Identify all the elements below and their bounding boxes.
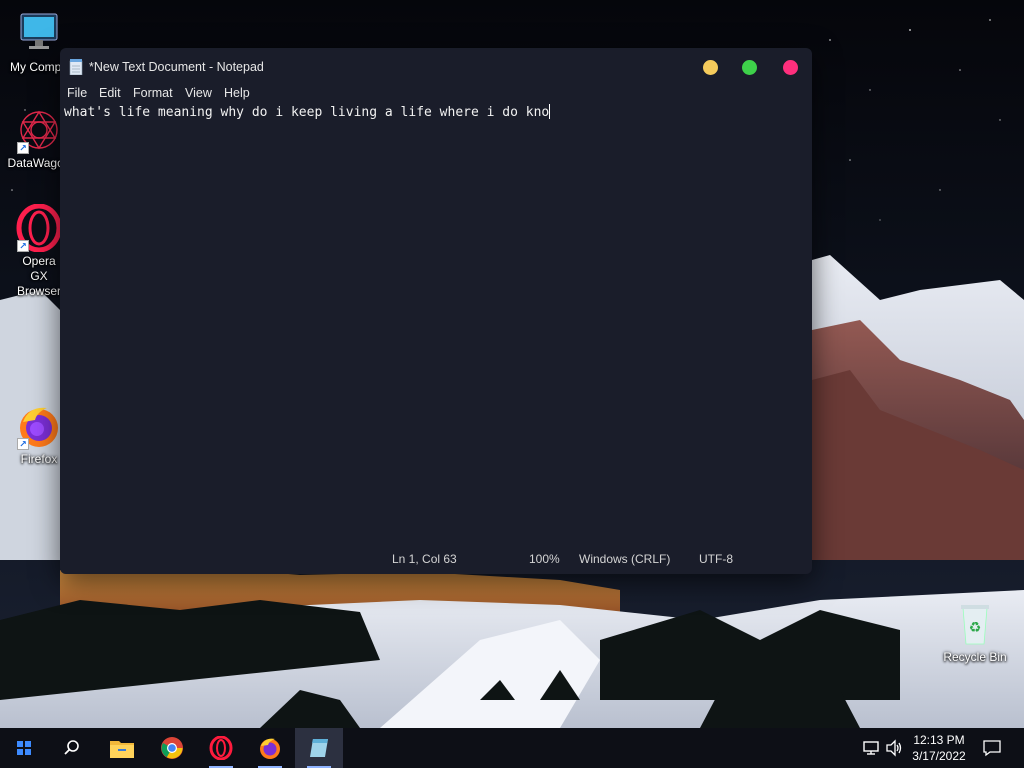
- status-cursor-position: Ln 1, Col 63: [392, 552, 457, 566]
- taskbar-file-explorer[interactable]: [98, 728, 146, 768]
- editor-text: what's life meaning why do i keep living…: [64, 105, 550, 120]
- opera-icon: [209, 736, 233, 760]
- notepad-icon: [310, 739, 328, 757]
- taskbar-notepad[interactable]: [295, 728, 343, 768]
- status-zoom: 100%: [529, 552, 560, 566]
- menu-bar: File Edit Format View Help: [60, 84, 812, 104]
- text-editor-area[interactable]: what's life meaning why do i keep living…: [64, 104, 808, 544]
- minimize-button[interactable]: [703, 60, 718, 75]
- taskbar-firefox[interactable]: [246, 728, 294, 768]
- maximize-button[interactable]: [742, 60, 757, 75]
- menu-file[interactable]: File: [67, 86, 87, 100]
- close-button[interactable]: [783, 60, 798, 75]
- monitor-icon: [15, 10, 63, 58]
- menu-help[interactable]: Help: [224, 86, 250, 100]
- clock-date: 3/17/2022: [912, 749, 966, 763]
- start-button[interactable]: [0, 728, 48, 768]
- status-bar: Ln 1, Col 63 100% Windows (CRLF) UTF-8: [60, 544, 812, 574]
- file-explorer-icon: [110, 741, 134, 758]
- network-icon[interactable]: [862, 738, 882, 758]
- search-icon: [64, 740, 79, 755]
- taskbar-opera[interactable]: [197, 728, 245, 768]
- volume-icon[interactable]: [884, 738, 904, 758]
- shortcut-arrow-icon: ↗: [17, 438, 29, 450]
- recycle-bin-icon: ♻: [951, 600, 999, 648]
- firefox-icon: [260, 738, 280, 759]
- desktop-icon-recycle-bin[interactable]: ♻ Recycle Bin: [936, 600, 1014, 665]
- status-encoding: UTF-8: [699, 552, 733, 566]
- taskbar: 12:13 PM 3/17/2022: [0, 728, 1024, 768]
- chrome-icon: [161, 737, 183, 759]
- menu-edit[interactable]: Edit: [99, 86, 121, 100]
- notepad-titlebar[interactable]: *New Text Document - Notepad: [60, 48, 812, 84]
- menu-format[interactable]: Format: [133, 86, 173, 100]
- status-line-ending: Windows (CRLF): [579, 552, 671, 566]
- clock-time: 12:13 PM: [913, 733, 965, 747]
- shortcut-arrow-icon: ↗: [17, 142, 29, 154]
- notepad-app-icon: [69, 59, 83, 75]
- notepad-window[interactable]: *New Text Document - Notepad File Edit F…: [60, 48, 812, 574]
- datawagon-icon: ↗: [15, 106, 63, 154]
- system-clock[interactable]: 12:13 PM 3/17/2022: [906, 732, 972, 764]
- taskbar-chrome[interactable]: [148, 728, 196, 768]
- menu-view[interactable]: View: [185, 86, 212, 100]
- desktop-icon-label: Recycle Bin: [943, 650, 1007, 664]
- opera-gx-icon: ↗: [15, 203, 63, 253]
- search-button[interactable]: [48, 728, 96, 768]
- svg-text:♻: ♻: [969, 620, 982, 636]
- desktop-icon-label: Opera GX Browser: [16, 254, 61, 298]
- shortcut-arrow-icon: ↗: [17, 240, 29, 252]
- notification-icon[interactable]: [982, 738, 1002, 758]
- firefox-icon: ↗: [15, 402, 63, 450]
- start-icon: [17, 741, 31, 755]
- text-caret: [549, 104, 551, 119]
- window-title: *New Text Document - Notepad: [89, 60, 264, 74]
